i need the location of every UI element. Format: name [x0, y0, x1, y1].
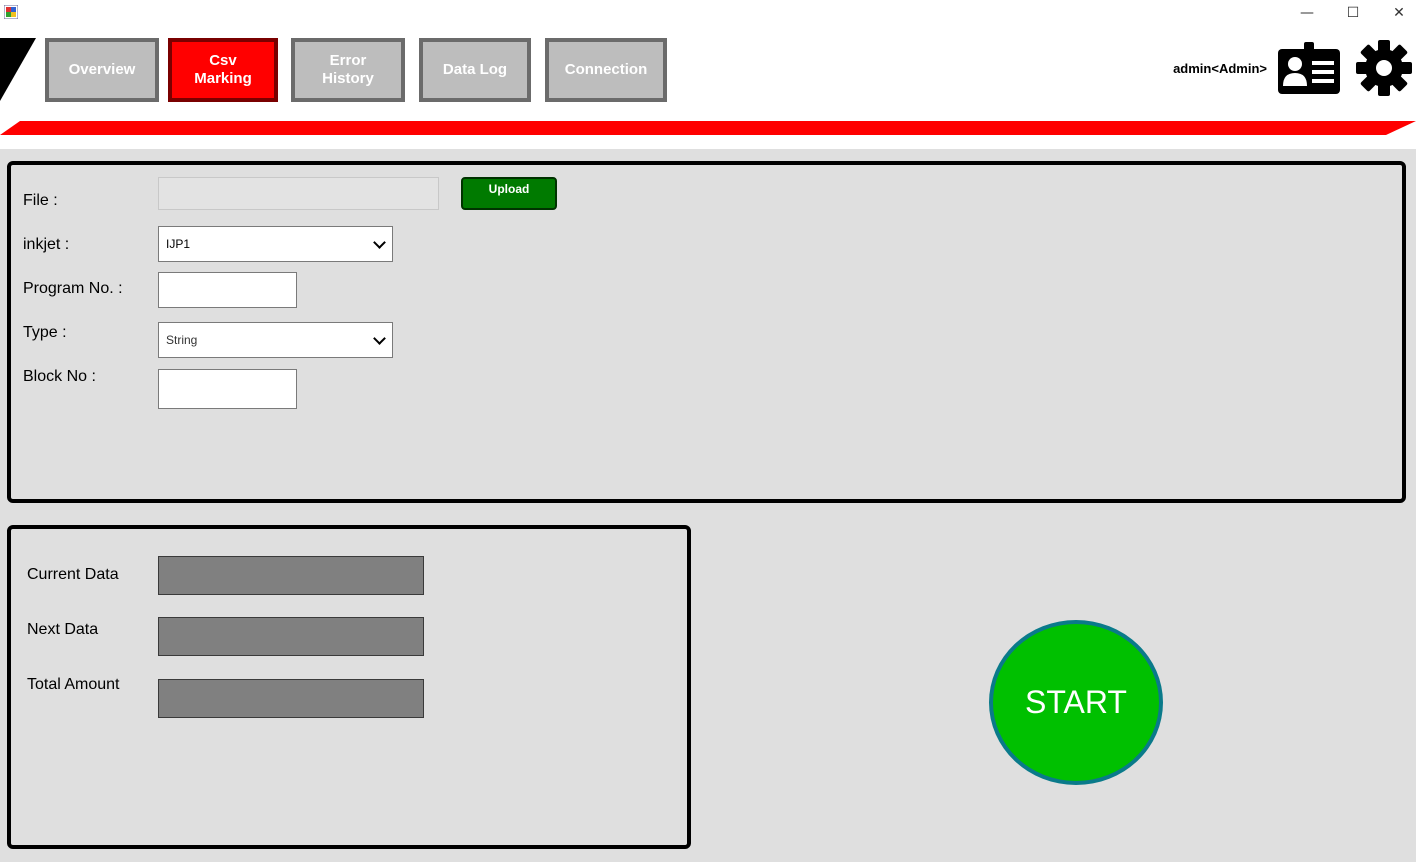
upload-button[interactable]: Upload — [461, 177, 557, 210]
program-no-label: Program No. : — [23, 280, 123, 297]
next-data-label: Next Data — [27, 621, 99, 638]
minimize-button[interactable]: — — [1284, 0, 1330, 26]
type-selected-value: String — [166, 333, 198, 347]
maximize-button[interactable]: ☐ — [1330, 0, 1376, 26]
inkjet-label: inkjet : — [23, 236, 70, 253]
user-id-card-icon[interactable] — [1278, 42, 1340, 94]
header-red-stripe — [0, 121, 1416, 135]
app-icon — [4, 5, 18, 19]
chevron-down-icon — [373, 236, 386, 249]
inkjet-select[interactable]: IJP1 — [158, 226, 393, 262]
tab-error-history[interactable]: Error History — [291, 38, 405, 102]
tab-connection[interactable]: Connection — [545, 38, 667, 102]
start-button[interactable]: START — [989, 620, 1163, 785]
file-label: File : — [23, 192, 58, 209]
current-data-label: Current Data — [27, 566, 119, 583]
current-data-field — [158, 556, 424, 595]
chevron-down-icon — [373, 332, 386, 345]
block-no-label: Block No : — [23, 368, 96, 385]
program-no-field[interactable] — [158, 272, 297, 308]
user-label: admin<Admin> — [1173, 61, 1267, 76]
close-button[interactable]: ✕ — [1376, 0, 1416, 26]
gear-icon[interactable] — [1356, 40, 1412, 96]
tab-data-log[interactable]: Data Log — [419, 38, 531, 102]
total-amount-label: Total Amount — [27, 676, 120, 693]
tab-csv-marking[interactable]: Csv Marking — [168, 38, 278, 102]
file-path-field[interactable] — [158, 177, 439, 210]
total-amount-field — [158, 679, 424, 718]
type-label: Type : — [23, 324, 67, 341]
inkjet-selected-value: IJP1 — [166, 237, 191, 251]
type-select[interactable]: String — [158, 322, 393, 358]
next-data-field — [158, 617, 424, 656]
corner-decoration — [0, 38, 36, 101]
block-no-field[interactable] — [158, 369, 297, 409]
tab-overview[interactable]: Overview — [45, 38, 159, 102]
